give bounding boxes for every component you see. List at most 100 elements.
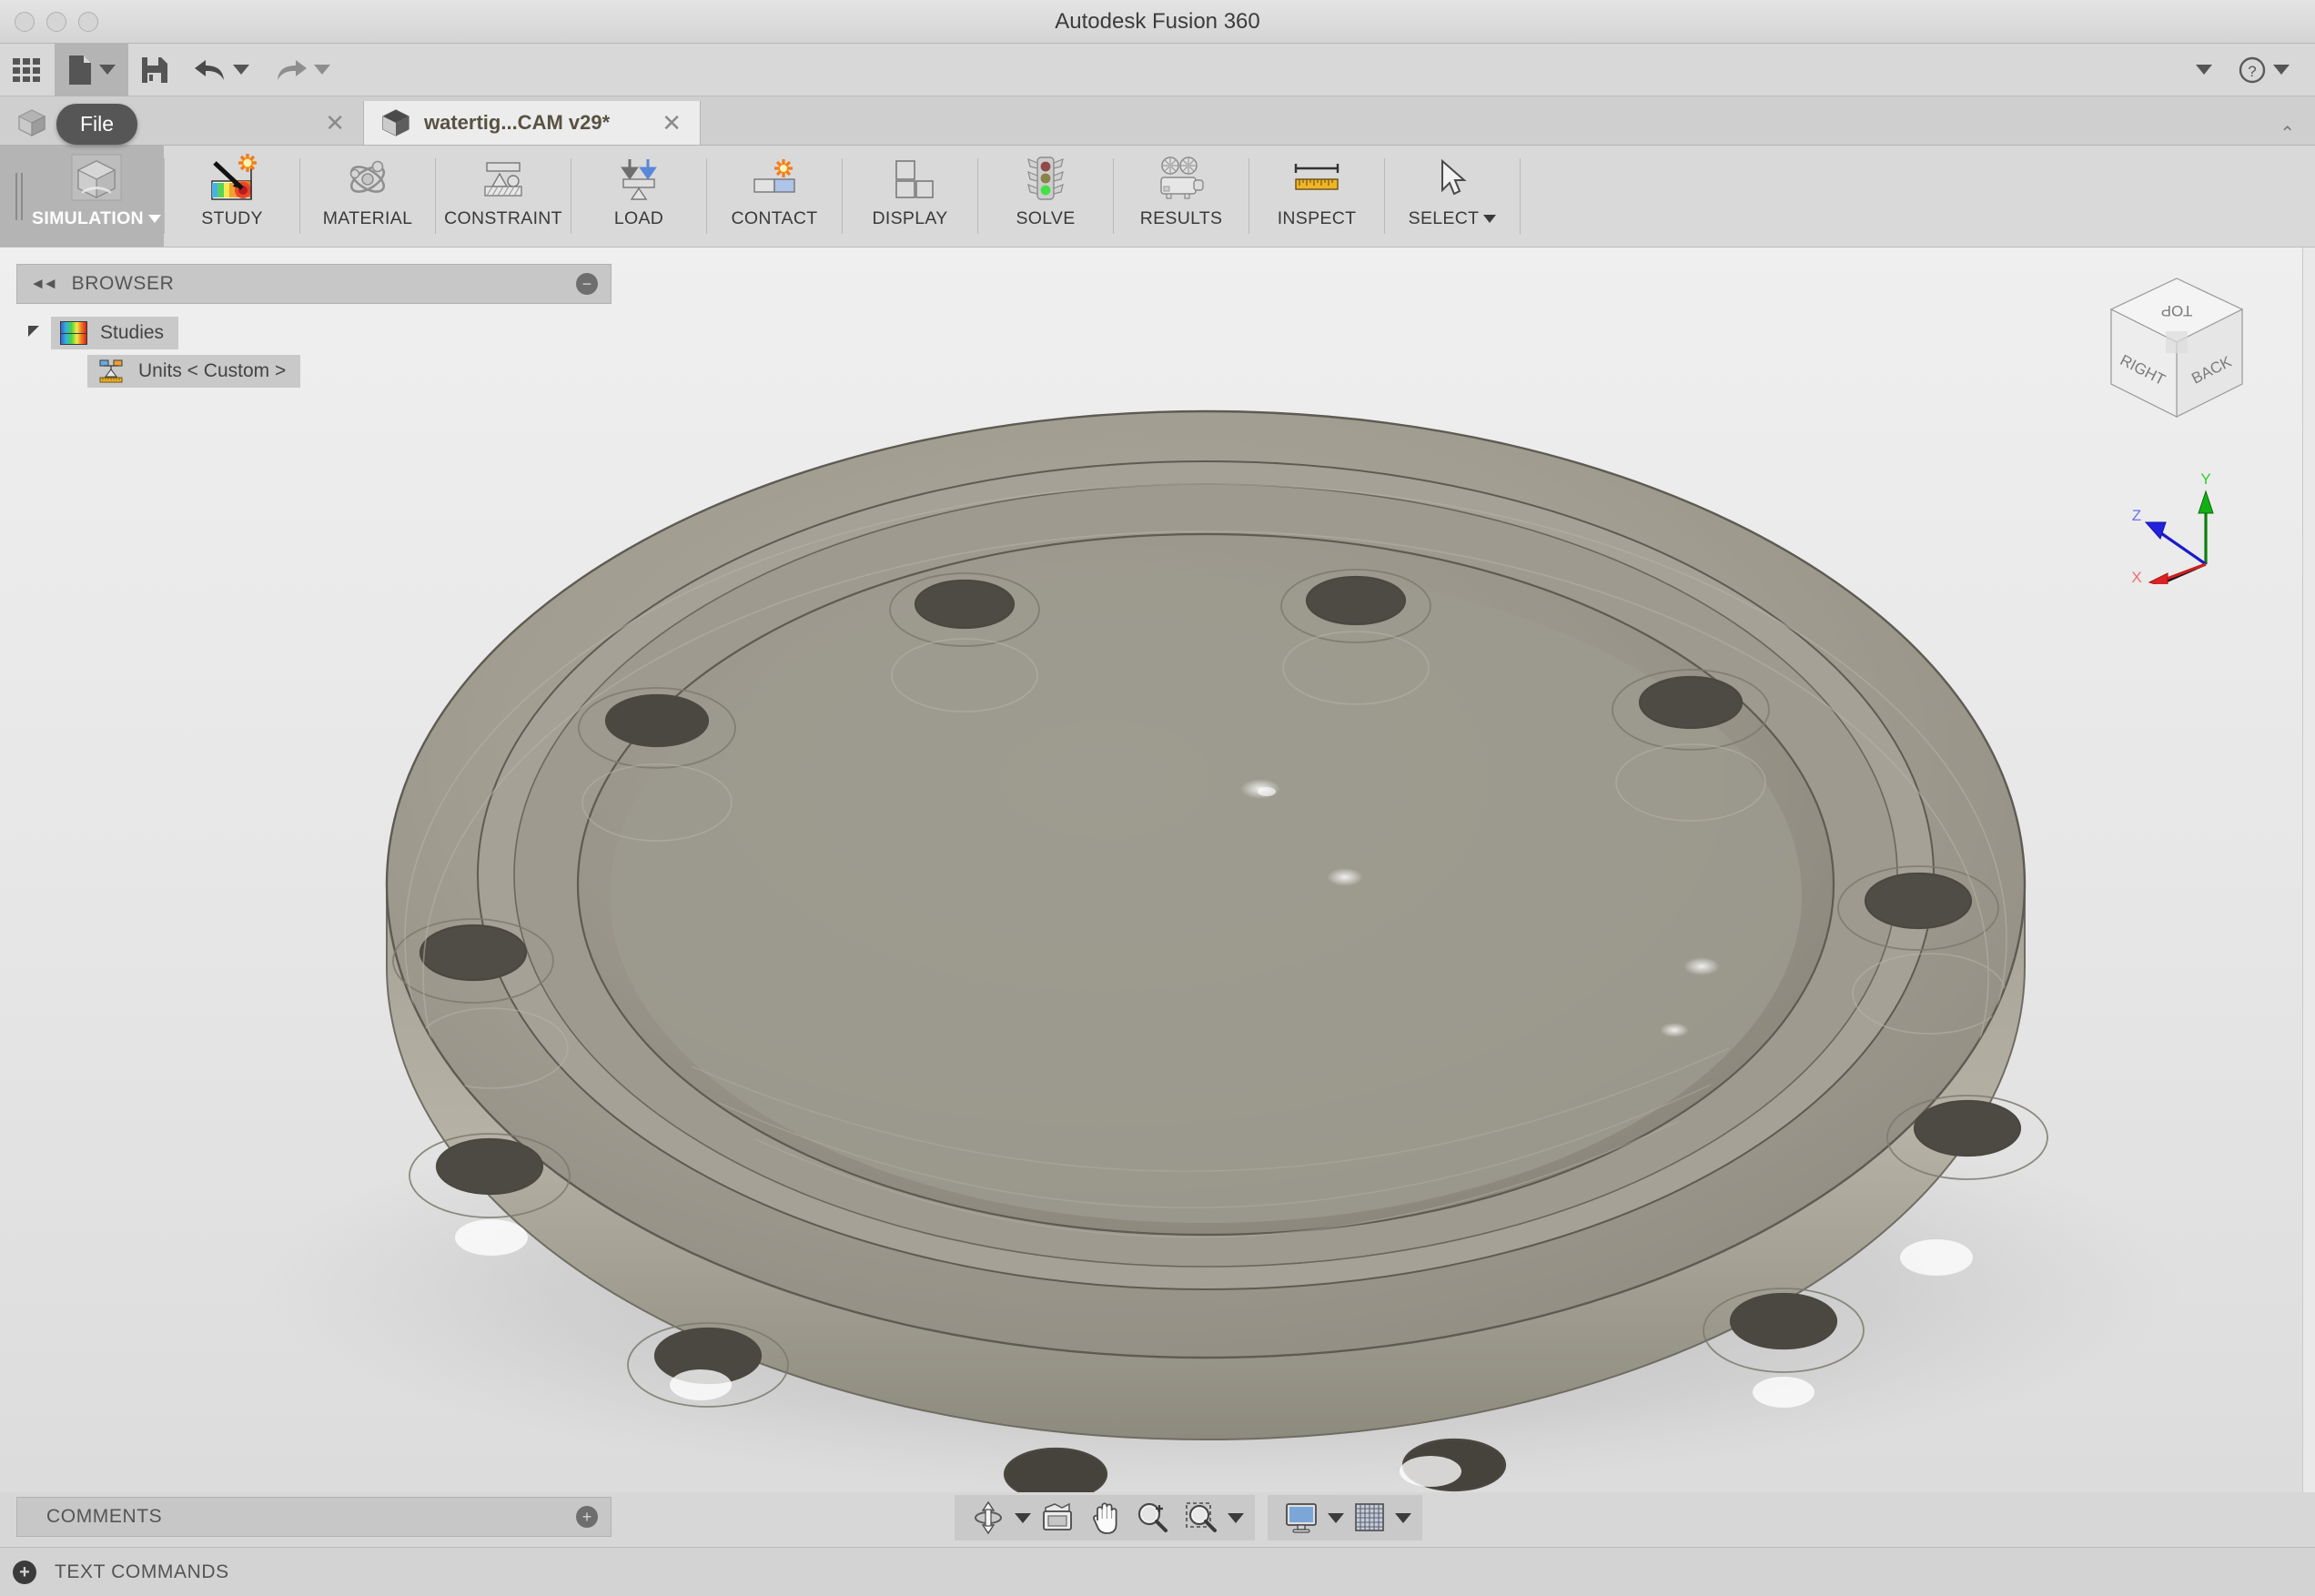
ribbon-item-label: STUDY bbox=[201, 208, 263, 228]
document-tab-0[interactable]: U ✕ bbox=[0, 101, 364, 145]
viewport-scrollbar[interactable] bbox=[2302, 247, 2315, 1492]
ribbon-drag-grip[interactable] bbox=[9, 146, 29, 247]
ribbon-label: CONTACT bbox=[732, 208, 818, 229]
grid-mesh-icon bbox=[1355, 1503, 1384, 1531]
comments-panel-header[interactable]: COMMENTS + bbox=[16, 1497, 612, 1537]
window-title: Autodesk Fusion 360 bbox=[1055, 9, 1260, 34]
tree-item-studies[interactable]: Studies bbox=[51, 317, 179, 349]
close-tab-icon[interactable]: ✕ bbox=[660, 111, 683, 135]
workspace-label: SIMULATION bbox=[32, 208, 144, 228]
extensions-menu-button[interactable] bbox=[2177, 44, 2225, 96]
save-icon bbox=[142, 56, 167, 83]
ribbon-item-display[interactable]: DISPLAY bbox=[843, 146, 977, 247]
document-tab-label: watertig...CAM v29* bbox=[424, 111, 611, 134]
browser-title: BROWSER bbox=[71, 273, 175, 294]
zoom-window-icon bbox=[1186, 1502, 1217, 1532]
ribbon-label: DISPLAY bbox=[872, 208, 947, 229]
grid-icon bbox=[13, 57, 40, 82]
ribbon-item-label: MATERIAL bbox=[322, 208, 413, 228]
ribbon-item-results[interactable]: RESULTS bbox=[1114, 146, 1248, 247]
ribbon-item-label: LOAD bbox=[613, 208, 664, 228]
view-cube[interactable]: TOP RIGHT BACK bbox=[2086, 266, 2268, 457]
pan-button[interactable] bbox=[1084, 1498, 1126, 1538]
ribbon-item-select[interactable]: SELECT bbox=[1385, 146, 1520, 247]
comments-title: COMMENTS bbox=[46, 1506, 163, 1527]
chevron-down-icon[interactable] bbox=[1228, 1512, 1244, 1523]
svg-text:?: ? bbox=[2248, 63, 2256, 80]
cube-workspace-icon bbox=[69, 153, 124, 206]
redo-icon bbox=[278, 59, 307, 80]
ribbon-label: SOLVE bbox=[1016, 208, 1075, 229]
zoom-button[interactable] bbox=[1129, 1498, 1175, 1538]
chevron-down-icon[interactable] bbox=[1328, 1512, 1344, 1523]
grid-and-snaps-button[interactable] bbox=[1348, 1498, 1391, 1538]
chevron-down-icon bbox=[99, 65, 116, 75]
tree-row-studies[interactable]: Studies bbox=[16, 314, 612, 352]
monitor-icon bbox=[1286, 1503, 1317, 1533]
material-atom-icon bbox=[341, 153, 394, 206]
look-at-button[interactable] bbox=[1035, 1498, 1080, 1538]
plus-circle-icon[interactable]: + bbox=[13, 1560, 36, 1584]
display-blocks-icon bbox=[884, 153, 936, 206]
zoom-magnifier-icon bbox=[1137, 1502, 1168, 1532]
close-tab-icon[interactable]: ✕ bbox=[323, 111, 347, 135]
ribbon-item-contact[interactable]: CONTACT bbox=[707, 146, 842, 247]
workspace-simulation-button[interactable]: SIMULATION bbox=[29, 146, 164, 247]
ribbon-item-study[interactable]: STUDY bbox=[165, 146, 299, 247]
undo-button[interactable] bbox=[181, 44, 262, 96]
ribbon-item-material[interactable]: MATERIAL bbox=[300, 146, 435, 247]
display-settings-button[interactable] bbox=[1279, 1498, 1324, 1538]
file-menu-button[interactable] bbox=[55, 43, 128, 96]
ruler-icon bbox=[1289, 153, 1345, 206]
constraint-icon bbox=[476, 153, 531, 206]
units-icon bbox=[96, 358, 126, 385]
show-data-panel-button[interactable] bbox=[0, 44, 55, 96]
ribbon-item-label: RESULTS bbox=[1139, 208, 1223, 228]
minus-circle-icon[interactable]: − bbox=[576, 273, 598, 295]
quick-access-toolbar: ? bbox=[0, 43, 2315, 96]
ribbon-item-solve[interactable]: SOLVE bbox=[978, 146, 1113, 247]
ribbon-label: SELECT bbox=[1409, 208, 1497, 229]
orbit-icon bbox=[975, 1500, 1002, 1535]
chevron-down-icon bbox=[2196, 65, 2212, 75]
document-tab-1[interactable]: watertig...CAM v29* ✕ bbox=[364, 101, 701, 145]
tree-item-label: Studies bbox=[100, 322, 165, 343]
tree-item-units[interactable]: Units < Custom > bbox=[87, 355, 301, 388]
ribbon-item-label: SELECT bbox=[1408, 208, 1480, 228]
collapse-ribbon-chevron-icon[interactable]: ⌃ bbox=[2280, 122, 2315, 145]
ribbon-item-label: SOLVE bbox=[1016, 208, 1076, 228]
3d-viewport[interactable]: TOP RIGHT BACK Y Z X bbox=[0, 247, 2315, 1492]
zoom-window-button[interactable] bbox=[1178, 1498, 1224, 1538]
viewcube-face-top: TOP bbox=[2161, 302, 2193, 319]
expand-twisty-icon[interactable] bbox=[16, 326, 51, 338]
plus-circle-icon[interactable]: + bbox=[576, 1506, 598, 1528]
chevron-down-icon[interactable] bbox=[1015, 1512, 1031, 1523]
double-left-arrow-icon[interactable]: ◄◄ bbox=[30, 275, 58, 293]
tree-item-label: Units < Custom > bbox=[138, 360, 287, 381]
status-bar: + TEXT COMMANDS bbox=[0, 1547, 2315, 1596]
navigation-group-view bbox=[955, 1495, 1255, 1540]
tree-row-units[interactable]: Units < Custom > bbox=[16, 352, 612, 390]
ribbon-item-label: DISPLAY bbox=[872, 208, 948, 228]
ribbon-label: RESULTS bbox=[1140, 208, 1223, 229]
look-at-icon bbox=[1043, 1502, 1072, 1530]
cursor-arrow-icon bbox=[1426, 153, 1479, 206]
ribbon-item-label: CONSTRAINT bbox=[444, 208, 562, 228]
save-button[interactable] bbox=[128, 44, 181, 96]
orbit-button[interactable] bbox=[965, 1498, 1011, 1538]
ribbon-item-constraint[interactable]: CONSTRAINT bbox=[436, 146, 571, 247]
traffic-light-icon bbox=[1019, 153, 1072, 206]
window-title-bar: Autodesk Fusion 360 bbox=[0, 0, 2315, 44]
ribbon-label: CONSTRAINT bbox=[444, 208, 562, 229]
chevron-down-icon bbox=[1483, 215, 1497, 223]
pan-hand-icon bbox=[1093, 1502, 1117, 1534]
help-menu-button[interactable]: ? bbox=[2225, 44, 2302, 96]
chevron-down-icon[interactable] bbox=[1395, 1512, 1411, 1523]
ribbon-item-load[interactable]: LOAD bbox=[571, 146, 706, 247]
chevron-down-icon bbox=[147, 215, 161, 223]
ribbon-item-inspect[interactable]: INSPECT bbox=[1249, 146, 1384, 247]
load-arrows-icon bbox=[612, 153, 665, 206]
ribbon-label: MATERIAL bbox=[323, 208, 412, 229]
redo-button[interactable] bbox=[262, 44, 343, 96]
navigation-bar bbox=[955, 1495, 1422, 1540]
